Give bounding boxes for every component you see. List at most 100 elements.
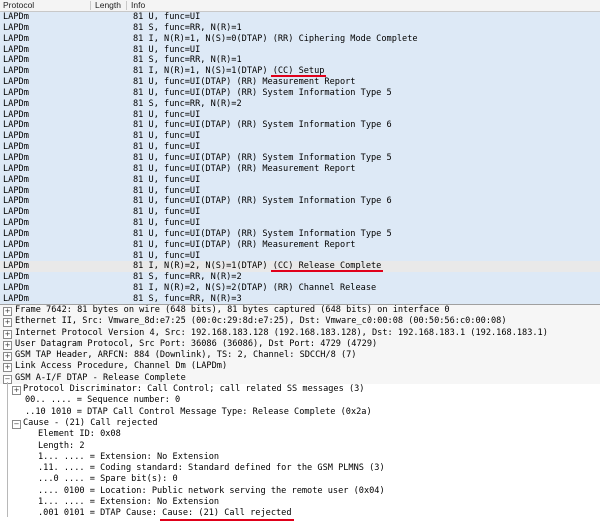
packet-row[interactable]: LAPDm 81 U, func=UI — [0, 218, 600, 229]
column-header-protocol[interactable]: Protocol — [3, 0, 34, 11]
packet-info: 81 U, func=UI(DTAP) (RR) Measurement Rep… — [133, 239, 356, 250]
packet-row[interactable]: LAPDm 81 I, N(R)=1, N(S)=1(DTAP) (CC) Set… — [0, 66, 600, 78]
packet-row[interactable]: LAPDm 81 I, N(R)=1, N(S)=0(DTAP) (RR) Cip… — [0, 33, 600, 45]
tree-section[interactable]: + Frame 7642: 81 bytes on wire (648 bits)… — [0, 305, 600, 317]
packet-info: 81 I, N(R)=2, N(S)=2(DTAP) (RR) Channel … — [133, 283, 377, 294]
tree-field[interactable]: Element ID: 0x08 — [0, 429, 600, 440]
packet-protocol: LAPDm — [3, 272, 29, 283]
packet-row[interactable]: LAPDm 81 U, func=UI — [0, 44, 600, 56]
packet-row[interactable]: LAPDm 81 I, N(R)=2, N(S)=2(DTAP) (RR) Cha… — [0, 283, 600, 294]
packet-row[interactable]: LAPDm 81 U, func=UI — [0, 142, 600, 153]
packet-info: 81 U, func=UI(DTAP) (RR) Measurement Rep… — [133, 163, 356, 174]
packet-row[interactable]: LAPDm 81 U, func=UI — [0, 185, 600, 197]
tree-text: Link Access Procedure, Channel Dm (LAPDm… — [15, 361, 228, 372]
tree-text: 00.. .... = Sequence number: 0 — [25, 395, 181, 406]
tree-field[interactable]: 1... .... = Extension: No Extension — [0, 497, 600, 508]
wireshark-window: { "packet_list": { "headers": ["Protocol… — [0, 0, 600, 531]
packet-row[interactable]: LAPDm 81 U, func=UI — [0, 207, 600, 219]
packet-row[interactable]: LAPDm 81 U, func=UI — [0, 109, 600, 121]
packet-row[interactable]: LAPDm 81 S, func=RR, N(R)=2 — [0, 272, 600, 284]
packet-row[interactable]: LAPDm 81 U, func=UI(DTAP) (RR) System Inf… — [0, 228, 600, 240]
tree-field[interactable]: ..10 1010 = DTAP Call Control Message Ty… — [0, 407, 600, 418]
packet-protocol: LAPDm — [3, 142, 29, 153]
expand-icon[interactable]: + — [3, 352, 12, 362]
tree-field[interactable]: Length: 2 — [0, 441, 600, 452]
packet-row[interactable]: LAPDm 81 U, func=UI(DTAP) (RR) System Inf… — [0, 196, 600, 208]
packet-row[interactable]: LAPDm 81 U, func=UI — [0, 174, 600, 186]
collapse-icon[interactable]: − — [12, 419, 21, 429]
packet-protocol: LAPDm — [3, 174, 29, 185]
tree-field[interactable]: − Cause - (21) Call rejected — [0, 418, 600, 429]
packet-row[interactable]: LAPDm 81 U, func=UI(DTAP) (RR) System Inf… — [0, 87, 600, 99]
expand-icon[interactable]: + — [3, 363, 12, 373]
column-header-length[interactable]: Length — [95, 0, 121, 11]
packet-list-header: Protocol Length Info — [0, 0, 600, 12]
packet-protocol: LAPDm — [3, 250, 29, 261]
packet-row[interactable]: LAPDm 81 U, func=UI — [0, 250, 600, 262]
packet-row[interactable]: LAPDm 81 S, func=RR, N(R)=1 — [0, 55, 600, 67]
tree-field[interactable]: .11. .... = Coding standard: Standard de… — [0, 463, 600, 474]
tree-text: Ethernet II, Src: Vmware_8d:e7:25 (00:0c… — [15, 316, 507, 327]
packet-protocol: LAPDm — [3, 163, 29, 174]
tree-text: Protocol Discriminator: Call Control; ca… — [23, 384, 365, 395]
packet-protocol: LAPDm — [3, 228, 29, 239]
packet-protocol: LAPDm — [3, 109, 29, 120]
tree-text: ..10 1010 = DTAP Call Control Message Ty… — [25, 406, 372, 417]
packet-protocol: LAPDm — [3, 283, 29, 294]
packet-protocol: LAPDm — [3, 98, 29, 109]
packet-protocol: LAPDm — [3, 12, 29, 22]
tree-field[interactable]: + Protocol Discriminator: Call Control; c… — [0, 384, 600, 396]
packet-info: 81 I, N(R)=1, N(S)=0(DTAP) (RR) Cipherin… — [133, 33, 418, 44]
packet-row[interactable]: LAPDm 81 U, func=UI(DTAP) (RR) Measuremen… — [0, 77, 600, 88]
packet-info: 81 S, func=RR, N(R)=1 — [133, 22, 242, 33]
tree-field[interactable]: 1... .... = Extension: No Extension — [0, 452, 600, 463]
tree-section[interactable]: + GSM TAP Header, ARFCN: 884 (Downlink), … — [0, 350, 600, 362]
packet-info: 81 U, func=UI — [133, 44, 201, 55]
expand-icon[interactable]: + — [3, 307, 12, 316]
tree-text: 1... .... = Extension: No Extension — [38, 451, 220, 462]
tree-text: GSM TAP Header, ARFCN: 884 (Downlink), T… — [15, 350, 357, 361]
expand-icon[interactable]: + — [3, 340, 12, 350]
tree-field[interactable]: .001 0101 = DTAP Cause: Cause: (21) Call… — [0, 508, 600, 519]
packet-info: 81 U, func=UI — [133, 131, 201, 142]
packet-info: 81 S, func=RR, N(R)=2 — [133, 98, 242, 109]
tree-section[interactable]: − GSM A-I/F DTAP - Release Complete — [0, 372, 600, 385]
packet-protocol: LAPDm — [3, 33, 29, 44]
packet-row[interactable]: LAPDm 81 U, func=UI(DTAP) (RR) System Inf… — [0, 120, 600, 132]
expand-icon[interactable]: + — [12, 386, 21, 396]
packet-row[interactable]: LAPDm 81 U, func=UI(DTAP) (RR) Measuremen… — [0, 239, 600, 251]
packet-row[interactable]: LAPDm 81 S, func=RR, N(R)=3 — [0, 293, 600, 304]
tree-field[interactable]: ...0 .... = Spare bit(s): 0 — [0, 474, 600, 485]
packet-row[interactable]: LAPDm 81 U, func=UI(DTAP) (RR) Measuremen… — [0, 163, 600, 175]
packet-row[interactable]: LAPDm 81 S, func=RR, N(R)=1 — [0, 22, 600, 34]
expand-icon[interactable]: + — [3, 329, 12, 339]
packet-info: 81 S, func=RR, N(R)=2 — [133, 272, 242, 283]
packet-protocol: LAPDm — [3, 44, 29, 55]
packet-info: 81 U, func=UI(DTAP) (RR) System Informat… — [133, 152, 392, 163]
tree-text: ...0 .... = Spare bit(s): 0 — [38, 474, 178, 485]
tree-section[interactable]: + Link Access Procedure, Channel Dm (LAPD… — [0, 361, 600, 373]
tree-text: Length: 2 — [38, 440, 85, 451]
tree-section[interactable]: + Ethernet II, Src: Vmware_8d:e7:25 (00:0… — [0, 316, 600, 328]
packet-row[interactable]: LAPDm 81 S, func=RR, N(R)=2 — [0, 98, 600, 110]
tree-field[interactable]: .... 0100 = Location: Public network ser… — [0, 486, 600, 497]
packet-row[interactable]: LAPDm 81 U, func=UI — [0, 12, 600, 23]
tree-section[interactable]: + Internet Protocol Version 4, Src: 192.1… — [0, 327, 600, 339]
packet-protocol: LAPDm — [3, 77, 29, 88]
packet-details-tree[interactable]: + Frame 7642: 81 bytes on wire (648 bits)… — [0, 305, 600, 531]
packet-row[interactable]: LAPDm 81 U, func=UI(DTAP) (RR) System Inf… — [0, 152, 600, 164]
tree-section[interactable]: + User Datagram Protocol, Src Port: 36086… — [0, 338, 600, 351]
packet-info: 81 U, func=UI — [133, 142, 201, 153]
packet-info: 81 U, func=UI(DTAP) (RR) System Informat… — [133, 87, 392, 98]
tree-field[interactable]: 00.. .... = Sequence number: 0 — [0, 395, 600, 406]
packet-row[interactable]: LAPDm 81 U, func=UI — [0, 131, 600, 143]
packet-protocol: LAPDm — [3, 66, 29, 77]
packet-protocol: LAPDm — [3, 131, 29, 142]
tree-text: Cause - (21) Call rejected — [23, 417, 158, 428]
expand-icon[interactable]: + — [3, 318, 12, 328]
column-header-info[interactable]: Info — [131, 0, 145, 11]
packet-info: 81 U, func=UI — [133, 109, 201, 120]
packet-info: 81 U, func=UI — [133, 12, 201, 22]
packet-list[interactable]: Protocol Length Info LAPDm 81 U, func=UI L… — [0, 0, 600, 305]
packet-row[interactable]: LAPDm 81 I, N(R)=2, N(S)=1(DTAP) (CC) Rel… — [0, 261, 600, 273]
